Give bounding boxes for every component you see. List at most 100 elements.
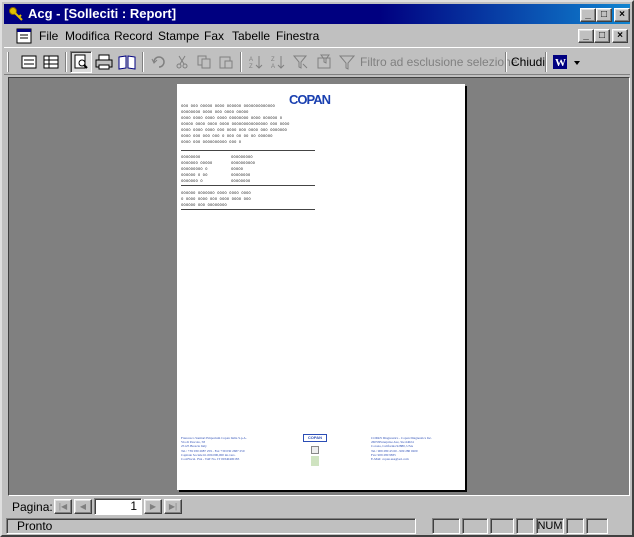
funnel-icon (339, 55, 355, 70)
scissors-icon (176, 55, 188, 69)
toolbar-separator (240, 52, 242, 72)
application-window: Acg - [Solleciti : Report] _ □ × File Mo… (0, 0, 634, 537)
open-book-icon (118, 55, 136, 70)
toolbar-separator (142, 52, 144, 72)
svg-text:Z: Z (271, 57, 275, 63)
title-bar[interactable]: Acg - [Solleciti : Report] _ □ × (4, 4, 630, 24)
page-number-input[interactable]: 1 (94, 498, 142, 515)
print-button[interactable] (93, 51, 115, 73)
paste-button[interactable] (215, 51, 237, 73)
page-navigation-bar: Pagina: |◀ ◀ 1 ▶ ▶| (8, 498, 630, 516)
svg-text:A: A (271, 64, 275, 70)
body-line: oooo oooo oooo ooo oooo ooo oooo ooo ooo… (181, 127, 287, 132)
maximize-button[interactable]: □ (596, 8, 612, 22)
menu-bar: File Modifica Record Stampe Fax Tabelle … (4, 26, 630, 46)
close-preview-button[interactable]: Chiudi (511, 55, 545, 69)
cut-button[interactable] (171, 51, 193, 73)
first-page-button[interactable]: |◀ (54, 499, 72, 514)
menu-stampe[interactable]: Stampe (158, 29, 199, 43)
table-cell: oooooooooo (231, 160, 256, 165)
divider (181, 209, 315, 210)
form-view-icon (21, 55, 37, 69)
closing-line: oooooo ooo oooooooo (181, 202, 227, 207)
status-bar: Pronto NUM (4, 517, 630, 535)
copy-icon (197, 55, 211, 69)
footer-center-logo: COPAN (303, 434, 327, 442)
table-cell: oooooo o oo (181, 172, 208, 177)
printer-icon (95, 54, 113, 70)
filter-by-selection-button[interactable] (290, 51, 312, 73)
copy-button[interactable] (193, 51, 215, 73)
table-cell: oooooooo (181, 154, 201, 159)
report-window-icon[interactable] (16, 28, 32, 44)
toolbar-separator (545, 52, 547, 72)
footer-emblem (311, 446, 319, 454)
toolbar-separator (65, 52, 67, 72)
closing-line: o oooo oooo ooo oooo oooo ooo (181, 196, 251, 201)
table-view-icon (43, 55, 59, 69)
footer-right-address: COPAN Diagnostics - Copan Diagnostics In… (371, 436, 432, 462)
close-button[interactable]: × (614, 8, 630, 22)
filter-form-icon (317, 54, 331, 69)
datasheet-view-button[interactable] (40, 51, 62, 73)
child-close-button[interactable]: × (612, 29, 628, 43)
footer-seal (311, 456, 319, 466)
body-line: ooooo oooo oooo oooo ooooooooooooooo ooo… (181, 121, 290, 126)
two-pages-button[interactable] (116, 51, 138, 73)
table-cell: ooooooooo (231, 154, 253, 159)
sort-ascending-icon: AZ (249, 56, 263, 70)
page-label: Pagina: (12, 500, 53, 514)
table-cell: oooooooo (231, 172, 251, 177)
status-panel (566, 518, 584, 534)
table-cell: ooooooooo o (181, 166, 208, 171)
menu-file[interactable]: File (39, 29, 58, 43)
undo-icon (151, 56, 165, 68)
svg-text:Z: Z (249, 64, 253, 70)
menu-fax[interactable]: Fax (204, 29, 224, 43)
status-panel (462, 518, 488, 534)
body-line: oooooooo oooo ooo oooo ooooo (181, 109, 249, 114)
divider (181, 150, 315, 151)
footer-left-address: Francesco Sanitari Emporium Copan Italia… (181, 436, 247, 462)
menu-record[interactable]: Record (114, 29, 153, 43)
paste-icon (219, 56, 233, 69)
menu-tabelle[interactable]: Tabelle (232, 29, 270, 43)
closing-line: oooooo ooooooo oooo oooo oooo (181, 190, 251, 195)
filter-exclusion-button[interactable]: Filtro ad esclusione selezione (360, 55, 517, 69)
toolbar: AZ ZA Filtro ad esclusione selezione Chi… (4, 47, 630, 75)
toolbar-grip (7, 52, 9, 72)
child-restore-button[interactable]: □ (594, 29, 610, 43)
next-page-button[interactable]: ▶ (144, 499, 162, 514)
undo-button[interactable] (147, 51, 169, 73)
divider (181, 185, 315, 186)
filter-by-form-button[interactable] (313, 51, 335, 73)
status-text: Pronto (6, 518, 416, 534)
filter-selection-icon (293, 55, 308, 69)
body-line: oooo ooo oooooooooo ooo o (181, 139, 242, 144)
child-minimize-button[interactable]: _ (578, 29, 594, 43)
apply-filter-button[interactable] (336, 51, 358, 73)
table-cell: ooooooo ooooo (181, 160, 213, 165)
sort-ascending-button[interactable]: AZ (245, 51, 267, 73)
key-icon (9, 7, 23, 21)
last-page-button[interactable]: ▶| (164, 499, 182, 514)
menu-finestra[interactable]: Finestra (276, 29, 319, 43)
report-preview-area[interactable]: COPAN ooo ooo ooooo oooo oooooo oooooooo… (8, 77, 630, 496)
minimize-button[interactable]: _ (580, 8, 596, 22)
body-line: oooo ooo ooo ooo o ooo oo oo oo oooooo (181, 133, 273, 138)
toolbar-separator (505, 52, 507, 72)
design-view-button[interactable] (18, 51, 40, 73)
table-cell: ooooooo o (181, 178, 203, 183)
sort-descending-button[interactable]: ZA (267, 51, 289, 73)
previous-page-button[interactable]: ◀ (74, 499, 92, 514)
window-title: Acg - [Solleciti : Report] (28, 6, 177, 21)
menu-modifica[interactable]: Modifica (65, 29, 110, 43)
svg-text:A: A (249, 57, 253, 63)
print-preview-button[interactable] (70, 51, 92, 73)
body-line: oooo oooo oooo oooo oooooooo oooo oooooo… (181, 115, 283, 120)
print-preview-icon (74, 54, 88, 69)
word-link-icon: W (553, 55, 580, 69)
office-links-button[interactable]: W (551, 51, 585, 73)
status-panel (490, 518, 514, 534)
table-cell: oooooooo (231, 178, 251, 183)
